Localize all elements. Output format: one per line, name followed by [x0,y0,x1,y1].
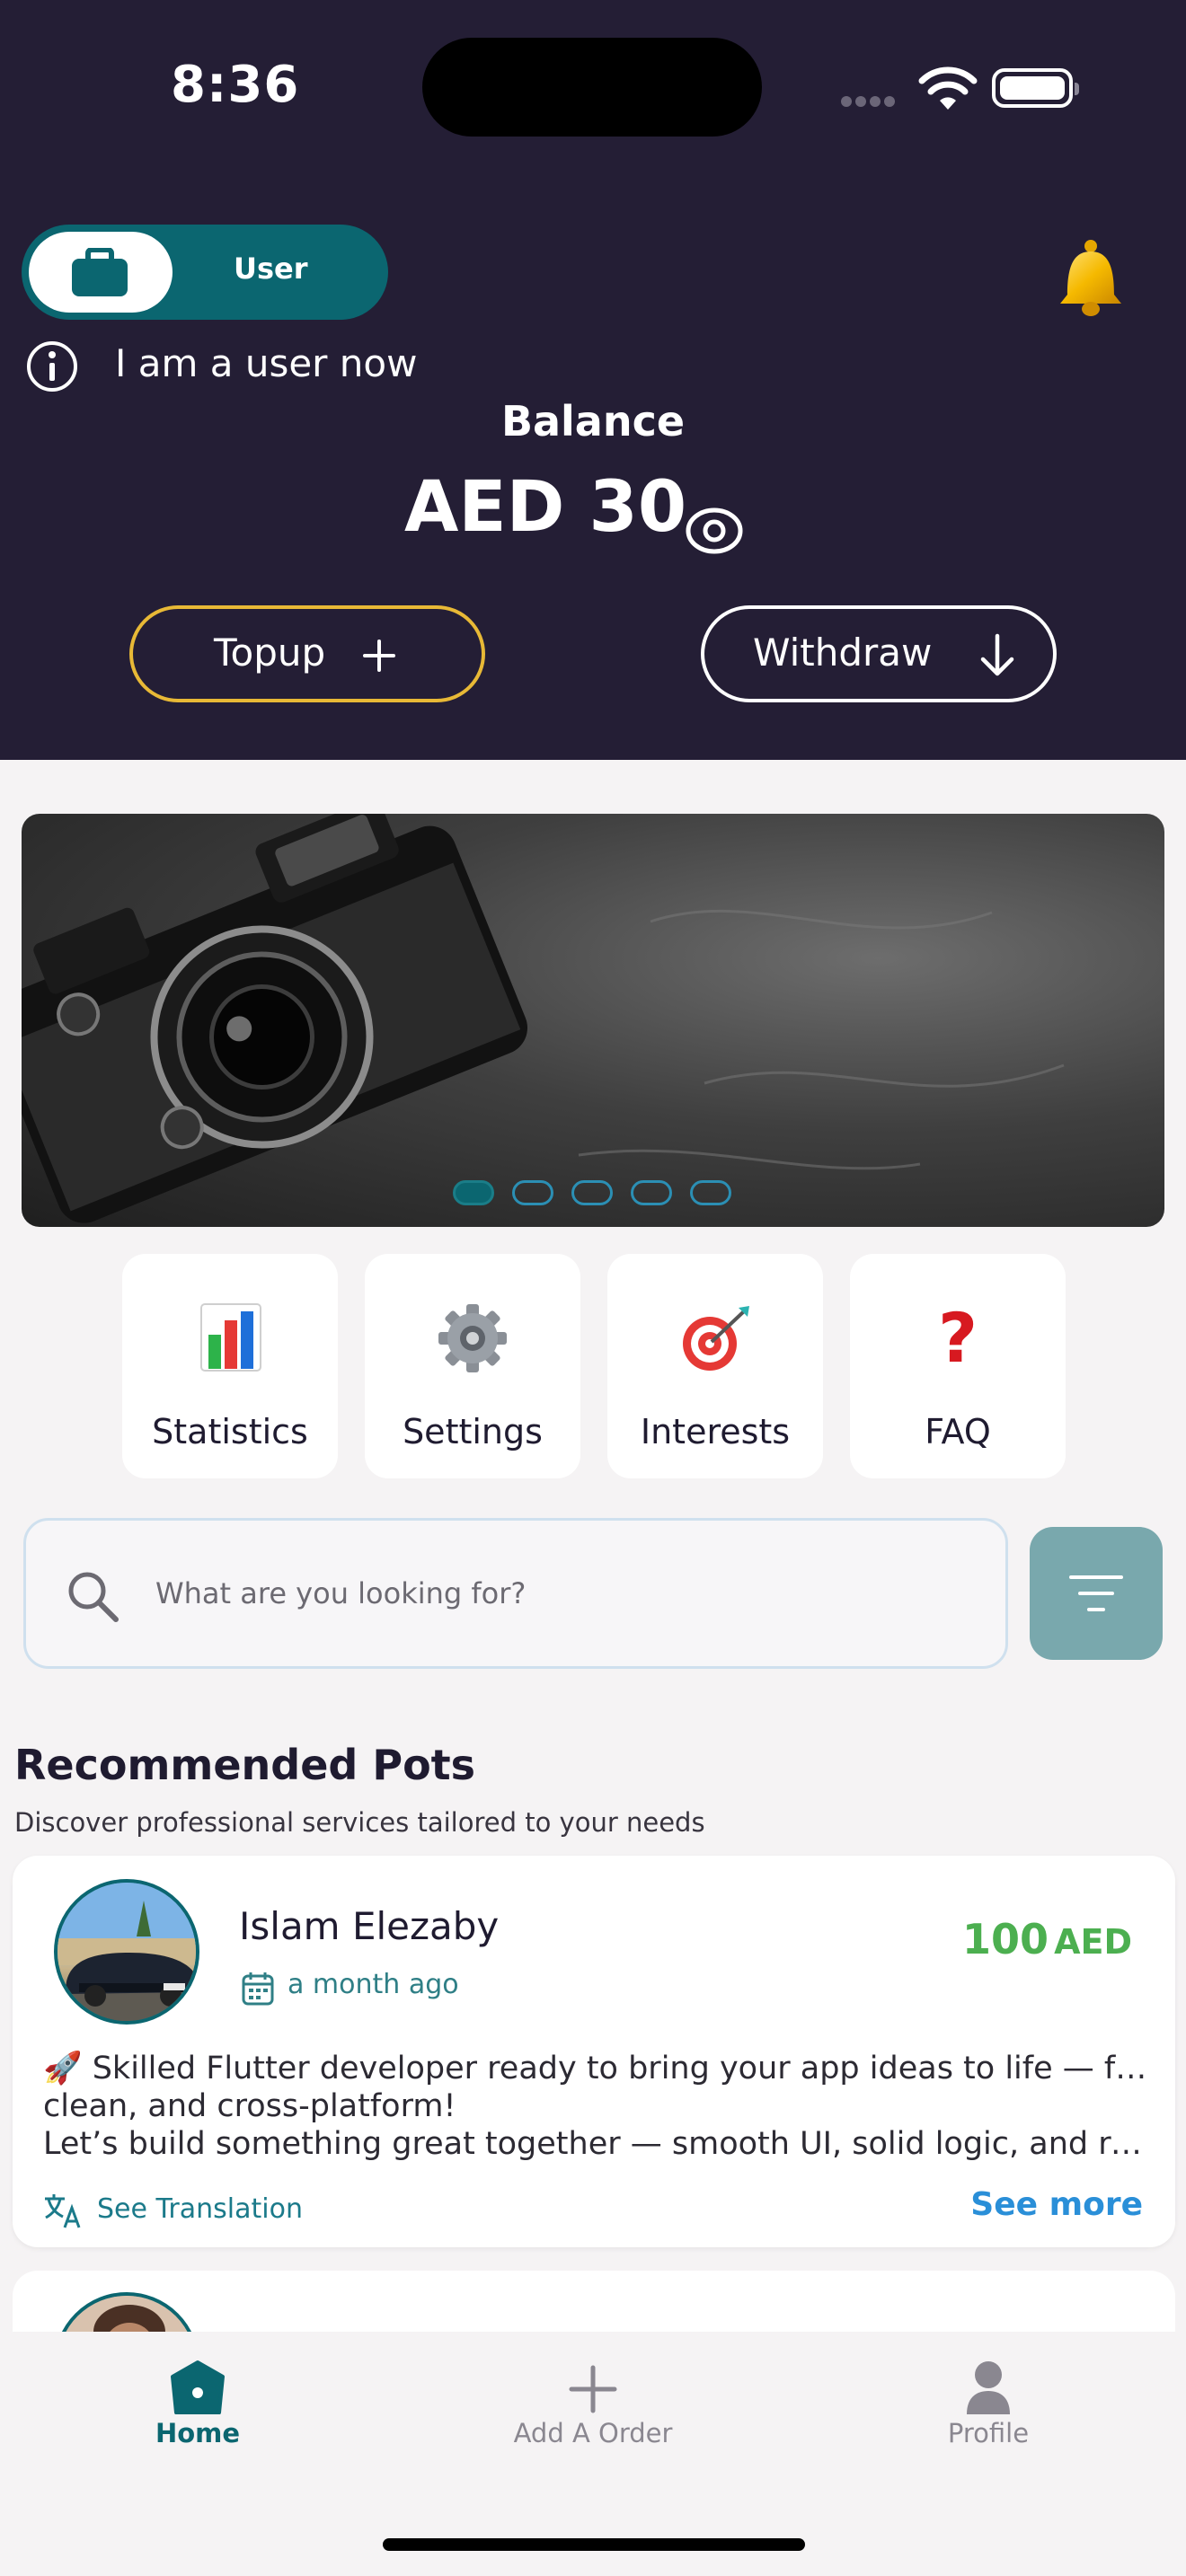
target-icon [683,1306,749,1371]
calendar-icon [242,1972,274,2006]
pagination-dot[interactable] [631,1180,672,1205]
status-time: 8:36 [171,56,300,114]
search-input[interactable] [155,1566,964,1621]
car-photo [58,1883,196,2021]
pagination-dot[interactable] [690,1180,731,1205]
quick-action-settings[interactable]: Settings [365,1254,580,1478]
balance-amount: AED 30 [404,467,687,548]
description-line: Let’s build something great together — s… [43,2126,1148,2162]
pagination-dot[interactable] [512,1180,553,1205]
section-subtitle: Discover professional services tailored … [14,1807,705,1838]
promo-banner[interactable] [22,814,1164,1227]
eye-icon[interactable] [685,501,744,560]
role-info-text: I am a user now [115,341,418,385]
nav-home[interactable]: Home [63,2359,332,2457]
section-title: Recommended Pots [14,1741,476,1789]
price: 100 AED [962,1915,1132,1963]
avatar[interactable] [54,1879,199,2025]
briefcase-icon [72,248,128,296]
quick-action-statistics[interactable]: Statistics [122,1254,338,1478]
description-line: 🚀 Skilled Flutter developer ready to bri… [43,2051,1148,2086]
withdraw-label: Withdraw [753,631,933,675]
person-icon [967,2361,1010,2414]
post-description: 🚀 Skilled Flutter developer ready to bri… [43,2050,1148,2163]
filter-icon [1069,1575,1123,1611]
post-time: a month ago [288,1969,459,2000]
price-amount: 100 [962,1915,1049,1963]
battery-icon [992,68,1079,108]
role-toggle[interactable]: User [22,225,388,320]
svg-text:?: ? [938,1302,978,1374]
nav-label: Home [155,2418,241,2448]
translate-icon[interactable] [43,2192,83,2229]
see-more-link[interactable]: See more [970,2186,1143,2223]
quick-action-interests[interactable]: Interests [607,1254,823,1478]
wifi-icon [918,66,978,110]
pot-card[interactable]: Islam Elezaby a month ago 100 AED 🚀 Skill… [13,1856,1175,2247]
withdraw-button[interactable]: Withdraw [701,605,1057,702]
nav-profile[interactable]: Profile [854,2359,1123,2457]
search-icon [68,1572,119,1622]
nav-add-order[interactable]: Add A Order [458,2359,728,2457]
balance-title: Balance [500,397,686,446]
price-currency: AED [1054,1922,1132,1962]
camera-image [22,814,1065,1223]
bar-chart-icon [200,1303,261,1372]
description-line: clean, and cross-platform! [43,2088,456,2124]
see-translation-link[interactable]: See Translation [97,2193,303,2225]
topup-label: Topup [214,631,326,675]
quick-action-label: Interests [640,1412,791,1451]
info-icon [27,341,77,392]
filter-button[interactable] [1030,1527,1163,1660]
quick-action-label: FAQ [925,1412,991,1451]
plus-icon [569,2365,617,2413]
wallet-header: 8:36 User I am a user now Balance AED 30… [0,0,1186,760]
bell-icon[interactable] [1051,237,1128,318]
dynamic-island [422,38,762,137]
role-toggle-knob[interactable] [29,232,173,313]
quick-action-faq[interactable]: ? FAQ [850,1254,1066,1478]
gear-icon [438,1304,507,1372]
provider-name: Islam Elezaby [239,1904,500,1948]
topup-button[interactable]: Topup [129,605,485,702]
quick-action-label: Statistics [152,1412,308,1451]
signal-icon [841,93,902,107]
pagination-dot[interactable] [571,1180,613,1205]
nav-label: Profile [947,2418,1030,2448]
home-indicator [383,2538,805,2551]
role-toggle-label: User [234,251,308,286]
question-mark-icon: ? [938,1302,978,1374]
nav-label: Add A Order [513,2418,673,2448]
quick-action-label: Settings [403,1412,543,1451]
search-bar [23,1518,1008,1669]
home-icon [171,2360,225,2414]
pagination-dot[interactable] [453,1180,494,1205]
plus-icon [363,640,395,672]
arrow-down-icon [980,633,1014,676]
